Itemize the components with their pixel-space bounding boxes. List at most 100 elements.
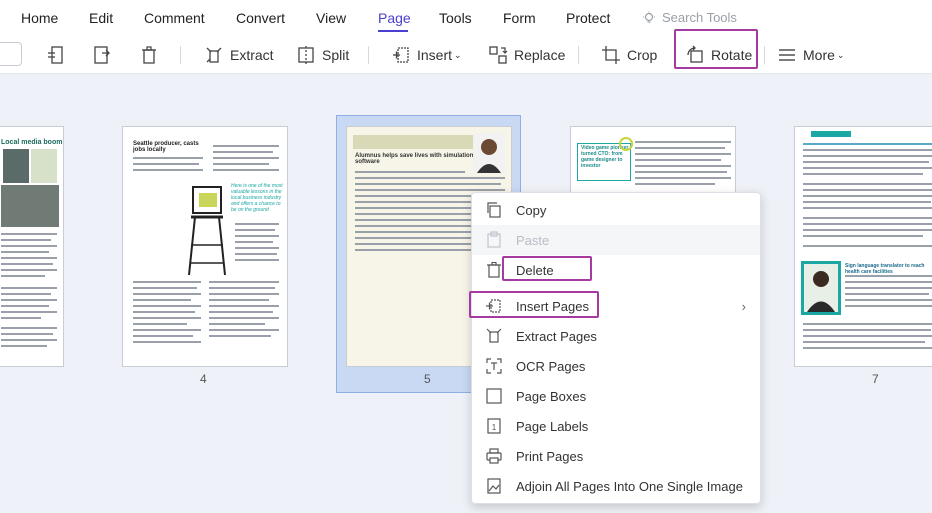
adjoin-icon <box>487 478 501 494</box>
text-line <box>235 229 275 231</box>
page7-subhead: Sign language translator to reach health… <box>845 263 925 275</box>
text-line <box>803 201 931 203</box>
page7-tag <box>811 131 851 137</box>
text-line <box>635 177 731 179</box>
search-tools-label: Search Tools <box>662 10 737 25</box>
text-line <box>635 147 725 149</box>
more-button[interactable]: More ⌄ <box>771 40 850 70</box>
menu-edit[interactable]: Edit <box>89 10 113 26</box>
menu-view[interactable]: View <box>316 10 346 26</box>
extract-button[interactable]: Extract <box>198 40 280 70</box>
text-line <box>355 183 501 185</box>
toolbar-separator <box>180 46 181 64</box>
text-line <box>133 169 203 171</box>
toolbar-separator <box>764 46 765 64</box>
text-line <box>235 247 279 249</box>
insert-icon <box>393 47 409 63</box>
replace-button[interactable]: Replace <box>482 40 571 70</box>
trash-icon <box>487 261 501 278</box>
menu-tools[interactable]: Tools <box>439 10 472 26</box>
insert-before-button[interactable] <box>40 40 72 70</box>
text-line <box>133 335 193 337</box>
left-dropdown[interactable] <box>0 42 22 66</box>
text-line <box>803 195 932 197</box>
page-number-4: 4 <box>200 372 207 386</box>
text-line <box>209 311 273 313</box>
text-line <box>803 189 932 191</box>
context-page-labels[interactable]: 1 Page Labels <box>472 411 760 441</box>
extract-icon <box>206 47 222 63</box>
page3-headline: Local media boom <box>1 139 63 146</box>
text-line <box>355 189 505 191</box>
text-line <box>803 347 932 349</box>
text-line <box>1 269 57 271</box>
text-line <box>133 341 201 343</box>
text-line <box>133 287 197 289</box>
page6-circle-graphic <box>619 137 633 151</box>
split-label: Split <box>322 47 350 63</box>
text-line <box>209 293 279 295</box>
chevron-down-icon: ⌄ <box>454 49 462 60</box>
text-line <box>1 339 57 341</box>
hamburger-icon <box>779 49 795 61</box>
text-line <box>803 149 932 151</box>
text-line <box>803 183 932 185</box>
text-line <box>1 251 49 253</box>
menu-convert[interactable]: Convert <box>236 10 285 26</box>
menu-home[interactable]: Home <box>21 10 58 26</box>
menu-comment[interactable]: Comment <box>144 10 205 26</box>
page-context-menu: Copy Paste Delete Insert Pages › Extract… <box>471 192 761 504</box>
text-line <box>1 299 57 301</box>
insert-after-button[interactable] <box>86 40 118 70</box>
more-label: More <box>803 47 835 63</box>
text-line <box>1 263 53 265</box>
text-line <box>133 157 203 159</box>
text-line <box>133 305 201 307</box>
text-line <box>1 257 57 259</box>
context-extract-pages[interactable]: Extract Pages <box>472 321 760 351</box>
search-tools[interactable]: Search Tools <box>642 10 737 25</box>
menu-page[interactable]: Page <box>378 10 411 26</box>
text-line <box>803 207 932 209</box>
text-line <box>133 299 191 301</box>
context-page-boxes[interactable]: Page Boxes <box>472 381 760 411</box>
text-line <box>803 341 925 343</box>
text-line <box>803 143 932 145</box>
context-copy[interactable]: Copy <box>472 195 760 225</box>
text-line <box>133 323 187 325</box>
split-button[interactable]: Split <box>290 40 355 70</box>
text-line <box>1 345 47 347</box>
insert-button[interactable]: Insert ⌄ <box>385 40 468 70</box>
replace-icon <box>489 46 508 64</box>
menu-form[interactable]: Form <box>503 10 536 26</box>
crop-button[interactable]: Crop <box>595 40 663 70</box>
page-number-7: 7 <box>872 372 879 386</box>
text-line <box>1 239 51 241</box>
text-line <box>803 229 932 231</box>
text-line <box>213 145 279 147</box>
context-paste[interactable]: Paste <box>472 225 760 255</box>
text-line <box>1 327 57 329</box>
text-line <box>803 167 932 169</box>
toolbar-separator <box>368 46 369 64</box>
copy-icon <box>487 202 501 218</box>
page3-photo <box>3 149 29 183</box>
context-ocr-pages[interactable]: OCR Pages <box>472 351 760 381</box>
delete-page-button[interactable] <box>133 40 165 70</box>
context-adjoin-pages[interactable]: Adjoin All Pages Into One Single Image <box>472 471 760 501</box>
text-line <box>1 275 45 277</box>
page-labels-icon: 1 <box>487 418 501 434</box>
text-line <box>803 323 932 325</box>
text-line <box>213 163 269 165</box>
text-line <box>845 281 932 283</box>
page-thumbnail-3[interactable]: Local media boom <box>0 126 64 367</box>
svg-text:1: 1 <box>492 423 497 432</box>
text-line <box>1 305 49 307</box>
text-line <box>803 173 923 175</box>
context-print-pages[interactable]: Print Pages <box>472 441 760 471</box>
page-arrange-icon <box>48 46 63 64</box>
page-thumbnail-7[interactable]: Sign language translator to reach health… <box>794 126 932 367</box>
page-thumbnail-4[interactable]: Seattle producer, casts jobs locally Her… <box>122 126 288 367</box>
menu-protect[interactable]: Protect <box>566 10 610 26</box>
text-line <box>1 287 57 289</box>
